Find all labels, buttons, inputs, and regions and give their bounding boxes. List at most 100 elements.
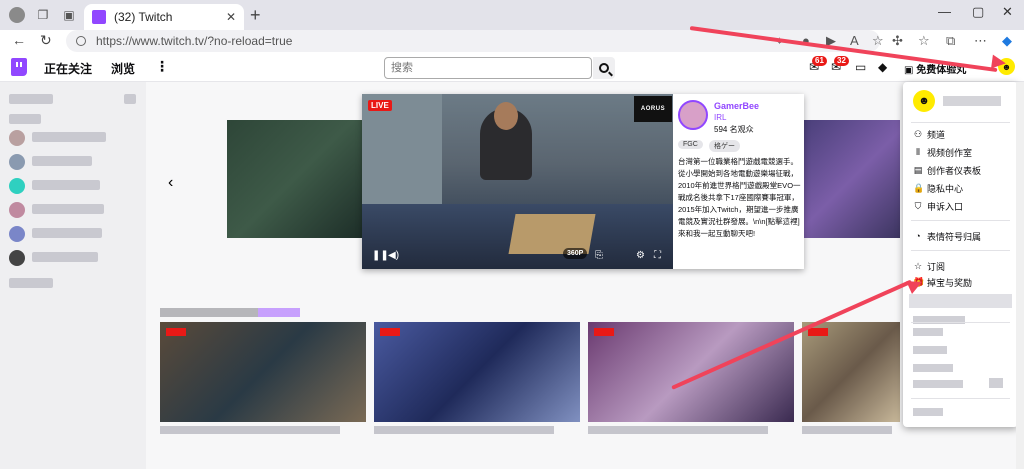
streamer-name[interactable]: GamerBee [714, 101, 759, 111]
channel-name[interactable] [32, 180, 100, 190]
menu-item-studio[interactable]: ⫴ 视频创作室 [913, 144, 972, 160]
search-button[interactable] [593, 57, 615, 79]
menu-item-hidden[interactable] [913, 364, 953, 372]
carousel-next-preview[interactable] [804, 120, 900, 238]
refresh-icon[interactable]: ↻ [40, 32, 52, 49]
workspaces-icon[interactable]: ❐ [35, 7, 51, 23]
menu-item-hidden[interactable] [913, 346, 947, 354]
menu-user-avatar-icon[interactable]: ☻ [913, 90, 935, 112]
game-link[interactable]: IRL [714, 113, 726, 122]
menu-item-dashboard[interactable]: ▤ 创作者仪表板 [913, 162, 981, 178]
tag-fgc[interactable]: FGC [678, 140, 703, 149]
menu-item-label: 表情符号归属 [927, 231, 982, 242]
channel-name[interactable] [32, 252, 98, 262]
address-bar[interactable]: https://www.twitch.tv/?no-reload=true [66, 30, 880, 52]
site-info-icon[interactable] [76, 36, 86, 46]
quality-badge[interactable]: 360P [563, 248, 588, 259]
tag-kakuge[interactable]: 格ゲー [709, 140, 740, 152]
menu-item-privacy[interactable]: 🔒 隐私中心 [913, 180, 963, 196]
volume-icon[interactable]: ◀) [388, 250, 399, 261]
chat-bubble-icon[interactable]: ▭ [855, 60, 866, 74]
channel-avatar[interactable] [9, 178, 25, 194]
stream-description: 台灣第一位職業格鬥遊戲電競選手。從小學開始到各地電動遊樂場征戰，2010年前進世… [678, 157, 801, 238]
url-text: https://www.twitch.tv/?no-reload=true [96, 34, 293, 48]
toggle-switch[interactable] [989, 378, 1003, 388]
menu-item-subscriptions[interactable]: ☆ 订阅 [913, 258, 945, 274]
featured-stream-card[interactable]: LIVE AORUS ❚❚ ◀) 360P ⎘ ⚙ ⛶ GamerBee IRL… [362, 94, 804, 269]
divider [911, 122, 1010, 123]
stream-thumbnail[interactable] [374, 322, 580, 422]
copilot-icon[interactable]: ◆ [1002, 33, 1012, 49]
close-window-icon[interactable]: ✕ [1002, 4, 1013, 20]
channel-name[interactable] [32, 156, 92, 166]
new-tab-icon[interactable]: + [250, 5, 261, 26]
stream-thumbnail[interactable] [802, 322, 900, 422]
menu-item-hidden[interactable] [913, 328, 943, 336]
featured-info: GamerBee IRL 594 名观众 FGC 格ゲー 台灣第一位職業格鬥遊戲… [673, 94, 804, 269]
menu-item-hidden[interactable] [909, 294, 1012, 308]
collections-icon[interactable]: ⧉ [946, 33, 955, 49]
stream-thumbnail[interactable] [160, 322, 366, 422]
close-tab-icon[interactable]: ✕ [226, 10, 236, 24]
maximize-icon[interactable]: ▢ [972, 4, 984, 20]
profile-icon[interactable] [9, 7, 25, 23]
back-icon[interactable]: ← [12, 32, 26, 48]
channel-avatar[interactable] [9, 130, 25, 146]
menu-item-hidden[interactable] [913, 380, 963, 388]
scrollbar[interactable] [1016, 82, 1024, 469]
search-input[interactable] [385, 58, 591, 78]
menu-item-label: 订阅 [927, 261, 946, 272]
channel-avatar[interactable] [9, 154, 25, 170]
channel-name[interactable] [32, 132, 106, 142]
carousel-prev-preview[interactable] [227, 120, 362, 238]
minimize-icon[interactable]: — [938, 4, 951, 19]
channel-name[interactable] [32, 228, 102, 238]
more-menu-icon[interactable]: ⋮ [155, 58, 169, 75]
search-icon [599, 63, 609, 73]
extensions-puzzle-icon[interactable]: ✣ [892, 33, 903, 49]
clip-icon[interactable]: ⎘ [595, 250, 603, 261]
stream-card[interactable] [588, 322, 794, 422]
sponsor-logo: AORUS [634, 96, 672, 122]
live-badge: LIVE [368, 100, 392, 111]
read-aloud-icon[interactable]: A [850, 33, 859, 48]
stream-card[interactable] [374, 322, 580, 422]
browser-tab[interactable]: (32) Twitch ✕ [84, 4, 244, 30]
user-dropdown-menu: ☻ ⚇ 频道 ⫴ 视频创作室 ▤ 创作者仪表板 🔒 隐私中心 ⛉ 申诉入口 ◔ 表情符号归属… [903, 82, 1018, 427]
tab-actions-icon[interactable]: ▣ [61, 7, 77, 23]
settings-icon[interactable]: ⚙ [636, 250, 645, 261]
channel-avatar[interactable] [9, 226, 25, 242]
featured-video-player[interactable]: LIVE AORUS ❚❚ ◀) 360P ⎘ ⚙ ⛶ [362, 94, 673, 269]
collapse-sidebar-icon[interactable] [124, 94, 136, 104]
menu-item-label: 掉宝与奖励 [927, 277, 973, 288]
menu-item-emote-attribution[interactable]: ◔ 表情符号归属 [913, 228, 981, 244]
star-icon: ☆ [913, 260, 923, 271]
bits-icon[interactable]: ◆ [878, 60, 887, 74]
menu-username [943, 96, 1001, 106]
channel-avatar[interactable] [9, 202, 25, 218]
fullscreen-icon[interactable]: ⛶ [654, 250, 661, 261]
menu-item-hidden[interactable] [913, 408, 943, 416]
favorite-icon[interactable]: ☆ [872, 33, 884, 49]
stream-card[interactable] [802, 322, 900, 422]
menu-item-channel[interactable]: ⚇ 频道 [913, 126, 945, 142]
menu-item-label: 频道 [927, 129, 946, 140]
sidebar-more-link[interactable] [9, 278, 53, 288]
streamer-avatar[interactable] [678, 100, 708, 130]
stream-card[interactable] [160, 322, 366, 422]
channel-name[interactable] [32, 204, 104, 214]
carousel-prev-icon[interactable]: ‹ [168, 174, 173, 192]
twitch-logo-icon[interactable] [11, 58, 27, 76]
twitch-favicon-icon [92, 10, 106, 24]
viewer-count: 594 名观众 [714, 125, 754, 134]
menu-item-appeals[interactable]: ⛉ 申诉入口 [913, 198, 963, 214]
stream-thumbnail[interactable] [588, 322, 794, 422]
browse-link[interactable]: 浏览 [111, 60, 135, 77]
pause-icon[interactable]: ❚❚ [372, 250, 389, 261]
tab-title: (32) Twitch [114, 10, 173, 24]
more-tools-icon[interactable]: ⋯ [974, 33, 987, 49]
following-link[interactable]: 正在关注 [44, 60, 92, 77]
channel-avatar[interactable] [9, 250, 25, 266]
favorites-icon[interactable]: ☆ [918, 33, 930, 49]
stream-card-meta [374, 426, 554, 434]
